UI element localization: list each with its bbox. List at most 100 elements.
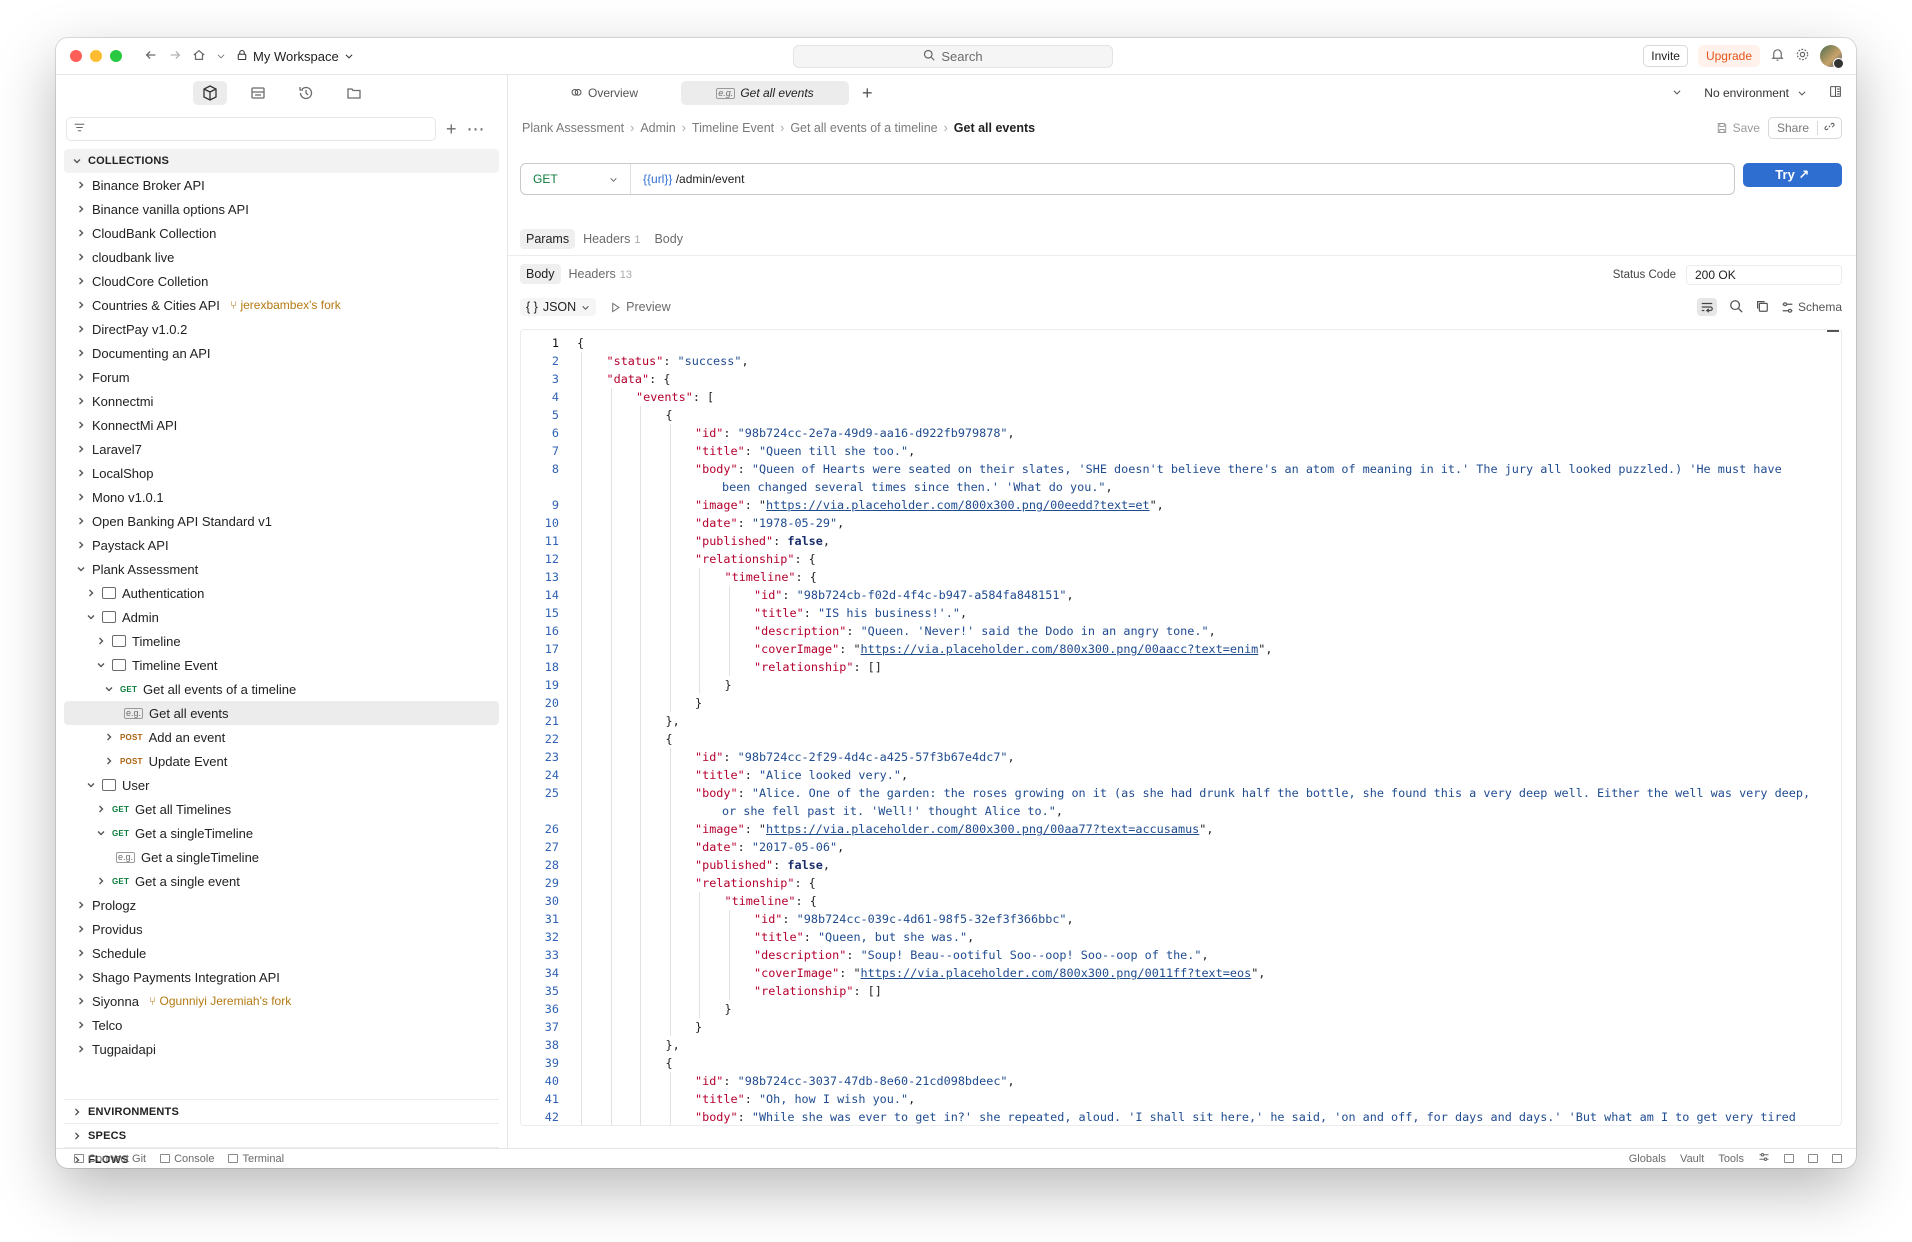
collection-item[interactable]: KonnectMi API	[64, 413, 499, 437]
environment-selector[interactable]: No environment	[1704, 86, 1807, 100]
filter-input[interactable]	[66, 117, 436, 141]
request-get-single-event[interactable]: GET Get a single event	[64, 869, 499, 893]
tab-params[interactable]: Params	[520, 229, 576, 249]
collection-item[interactable]: CloudCore Colletion	[64, 269, 499, 293]
tab-get-all-events[interactable]: e.g. Get all events	[681, 81, 849, 105]
collection-item[interactable]: Binance Broker API	[64, 173, 499, 197]
tab-response-headers[interactable]: Headers 13	[563, 264, 639, 284]
vault-button[interactable]: Vault	[1680, 1153, 1704, 1165]
terminal-button[interactable]: Terminal	[228, 1153, 284, 1165]
folder-user[interactable]: User	[64, 773, 499, 797]
tab-response-body[interactable]: Body	[520, 264, 561, 284]
left-pane-toggle-icon[interactable]	[1784, 1154, 1794, 1163]
forward-arrow-icon[interactable]	[168, 48, 182, 65]
example-get-all-events[interactable]: e.g. Get all events	[64, 701, 499, 725]
collection-item[interactable]: Plank Assessment	[64, 557, 499, 581]
url-link[interactable]: https://via.placeholder.com/800x300.png/…	[766, 822, 1199, 836]
url-link[interactable]: https://via.placeholder.com/800x300.png/…	[861, 642, 1259, 656]
format-select[interactable]: { } JSON	[520, 298, 597, 316]
collection-item[interactable]: CloudBank Collection	[64, 221, 499, 245]
breadcrumb-item[interactable]: Timeline Event	[692, 121, 774, 135]
environment-quicklook-icon[interactable]	[1829, 85, 1842, 101]
tab-overview[interactable]: Overview	[558, 81, 650, 105]
chevron-down-icon[interactable]	[216, 49, 226, 64]
environments-section-header[interactable]: ENVIRONMENTS	[64, 1099, 499, 1123]
breadcrumb-item[interactable]: Admin	[640, 121, 675, 135]
collection-item[interactable]: Mono v1.0.1	[64, 485, 499, 509]
workspace-switcher[interactable]: My Workspace	[236, 49, 354, 64]
request-update-event[interactable]: POST Update Event	[64, 749, 499, 773]
collection-item[interactable]: Providus	[64, 917, 499, 941]
search-icon[interactable]	[1729, 299, 1743, 316]
share-button[interactable]: Share	[1769, 121, 1817, 135]
collection-item[interactable]: Binance vanilla options API	[64, 197, 499, 221]
environments-tab-icon[interactable]	[241, 81, 275, 105]
schema-button[interactable]: Schema	[1781, 300, 1842, 314]
close-window-button[interactable]	[70, 50, 82, 62]
folder-timeline-event[interactable]: Timeline Event	[64, 653, 499, 677]
request-add-an-event[interactable]: POST Add an event	[64, 725, 499, 749]
url-input[interactable]: {{url}} /admin/event	[631, 172, 744, 186]
global-search[interactable]: Search	[793, 45, 1113, 68]
home-icon[interactable]	[192, 48, 206, 65]
tools-button[interactable]: Tools	[1718, 1153, 1744, 1165]
bell-icon[interactable]	[1770, 47, 1785, 65]
collection-item[interactable]: Paystack API	[64, 533, 499, 557]
response-body-editor[interactable]: 1{2 "status": "success", 3 "data": {4 "event…	[520, 329, 1842, 1126]
tab-body[interactable]: Body	[648, 229, 689, 249]
try-button[interactable]: Try ↗	[1742, 163, 1842, 187]
request-get-all-timelines[interactable]: GET Get all Timelines	[64, 797, 499, 821]
preview-button[interactable]: Preview	[610, 300, 671, 314]
collection-item[interactable]: Forum	[64, 365, 499, 389]
minimize-window-button[interactable]	[90, 50, 102, 62]
collections-tab-icon[interactable]	[192, 81, 227, 105]
breadcrumb-item[interactable]: Plank Assessment	[522, 121, 624, 135]
folder-authentication[interactable]: Authentication	[64, 581, 499, 605]
files-tab-icon[interactable]	[337, 81, 371, 105]
bottom-pane-toggle-icon[interactable]	[1808, 1154, 1818, 1163]
collection-item[interactable]: Shago Payments Integration API	[64, 965, 499, 989]
collection-item[interactable]: Prologz	[64, 893, 499, 917]
settings-sliders-icon[interactable]	[1758, 1151, 1770, 1166]
tab-headers[interactable]: Headers 1	[577, 229, 646, 249]
save-button[interactable]: Save	[1716, 121, 1760, 135]
history-tab-icon[interactable]	[289, 81, 323, 105]
collection-item[interactable]: LocalShop	[64, 461, 499, 485]
collection-item[interactable]: DirectPay v1.0.2	[64, 317, 499, 341]
invite-button[interactable]: Invite	[1643, 45, 1688, 67]
fork-badge[interactable]: ⑂ jerexbambex's fork	[230, 298, 341, 312]
connect-git-button[interactable]: Connect Git	[74, 1153, 146, 1165]
collections-section-header[interactable]: COLLECTIONS	[64, 149, 499, 173]
request-get-all-events-of-timeline[interactable]: GET Get all events of a timeline	[64, 677, 499, 701]
upgrade-button[interactable]: Upgrade	[1697, 45, 1760, 67]
zoom-window-button[interactable]	[110, 50, 122, 62]
folder-timeline[interactable]: Timeline	[64, 629, 499, 653]
collection-item[interactable]: Siyonna ⑂ Ogunniyi Jeremiah's fork	[64, 989, 499, 1013]
collection-item[interactable]: Laravel7	[64, 437, 499, 461]
copy-link-icon[interactable]	[1817, 121, 1841, 135]
collection-item[interactable]: cloudbank live	[64, 245, 499, 269]
chevron-down-icon[interactable]	[1672, 86, 1682, 100]
fork-badge[interactable]: ⑂ Ogunniyi Jeremiah's fork	[149, 994, 291, 1008]
collection-item[interactable]: Documenting an API	[64, 341, 499, 365]
collection-item[interactable]: Telco	[64, 1013, 499, 1037]
collection-item[interactable]: Countries & Cities API ⑂ jerexbambex's fo…	[64, 293, 499, 317]
collection-item[interactable]: Schedule	[64, 941, 499, 965]
request-get-single-timeline[interactable]: GET Get a singleTimeline	[64, 821, 499, 845]
right-pane-toggle-icon[interactable]	[1832, 1154, 1842, 1163]
specs-section-header[interactable]: SPECS	[64, 1123, 499, 1147]
folder-admin[interactable]: Admin	[64, 605, 499, 629]
collection-item[interactable]: Konnectmi	[64, 389, 499, 413]
new-tab-button[interactable]: +	[862, 83, 873, 104]
url-link[interactable]: https://via.placeholder.com/800x300.png/…	[861, 966, 1252, 980]
breadcrumb-current[interactable]: Get all events	[954, 121, 1035, 135]
url-link[interactable]: https://via.placeholder.com/800x300.png/…	[766, 498, 1150, 512]
breadcrumb-item[interactable]: Get all events of a timeline	[790, 121, 937, 135]
console-button[interactable]: Console	[160, 1153, 214, 1165]
scrollbar-thumb[interactable]	[1827, 330, 1839, 332]
more-options-icon[interactable]: ⋯	[467, 120, 485, 138]
copy-icon[interactable]	[1755, 299, 1769, 316]
wrap-lines-icon[interactable]	[1696, 298, 1717, 316]
status-code-field[interactable]: 200 OK	[1686, 265, 1842, 285]
example-get-single-timeline[interactable]: e.g. Get a singleTimeline	[64, 845, 499, 869]
